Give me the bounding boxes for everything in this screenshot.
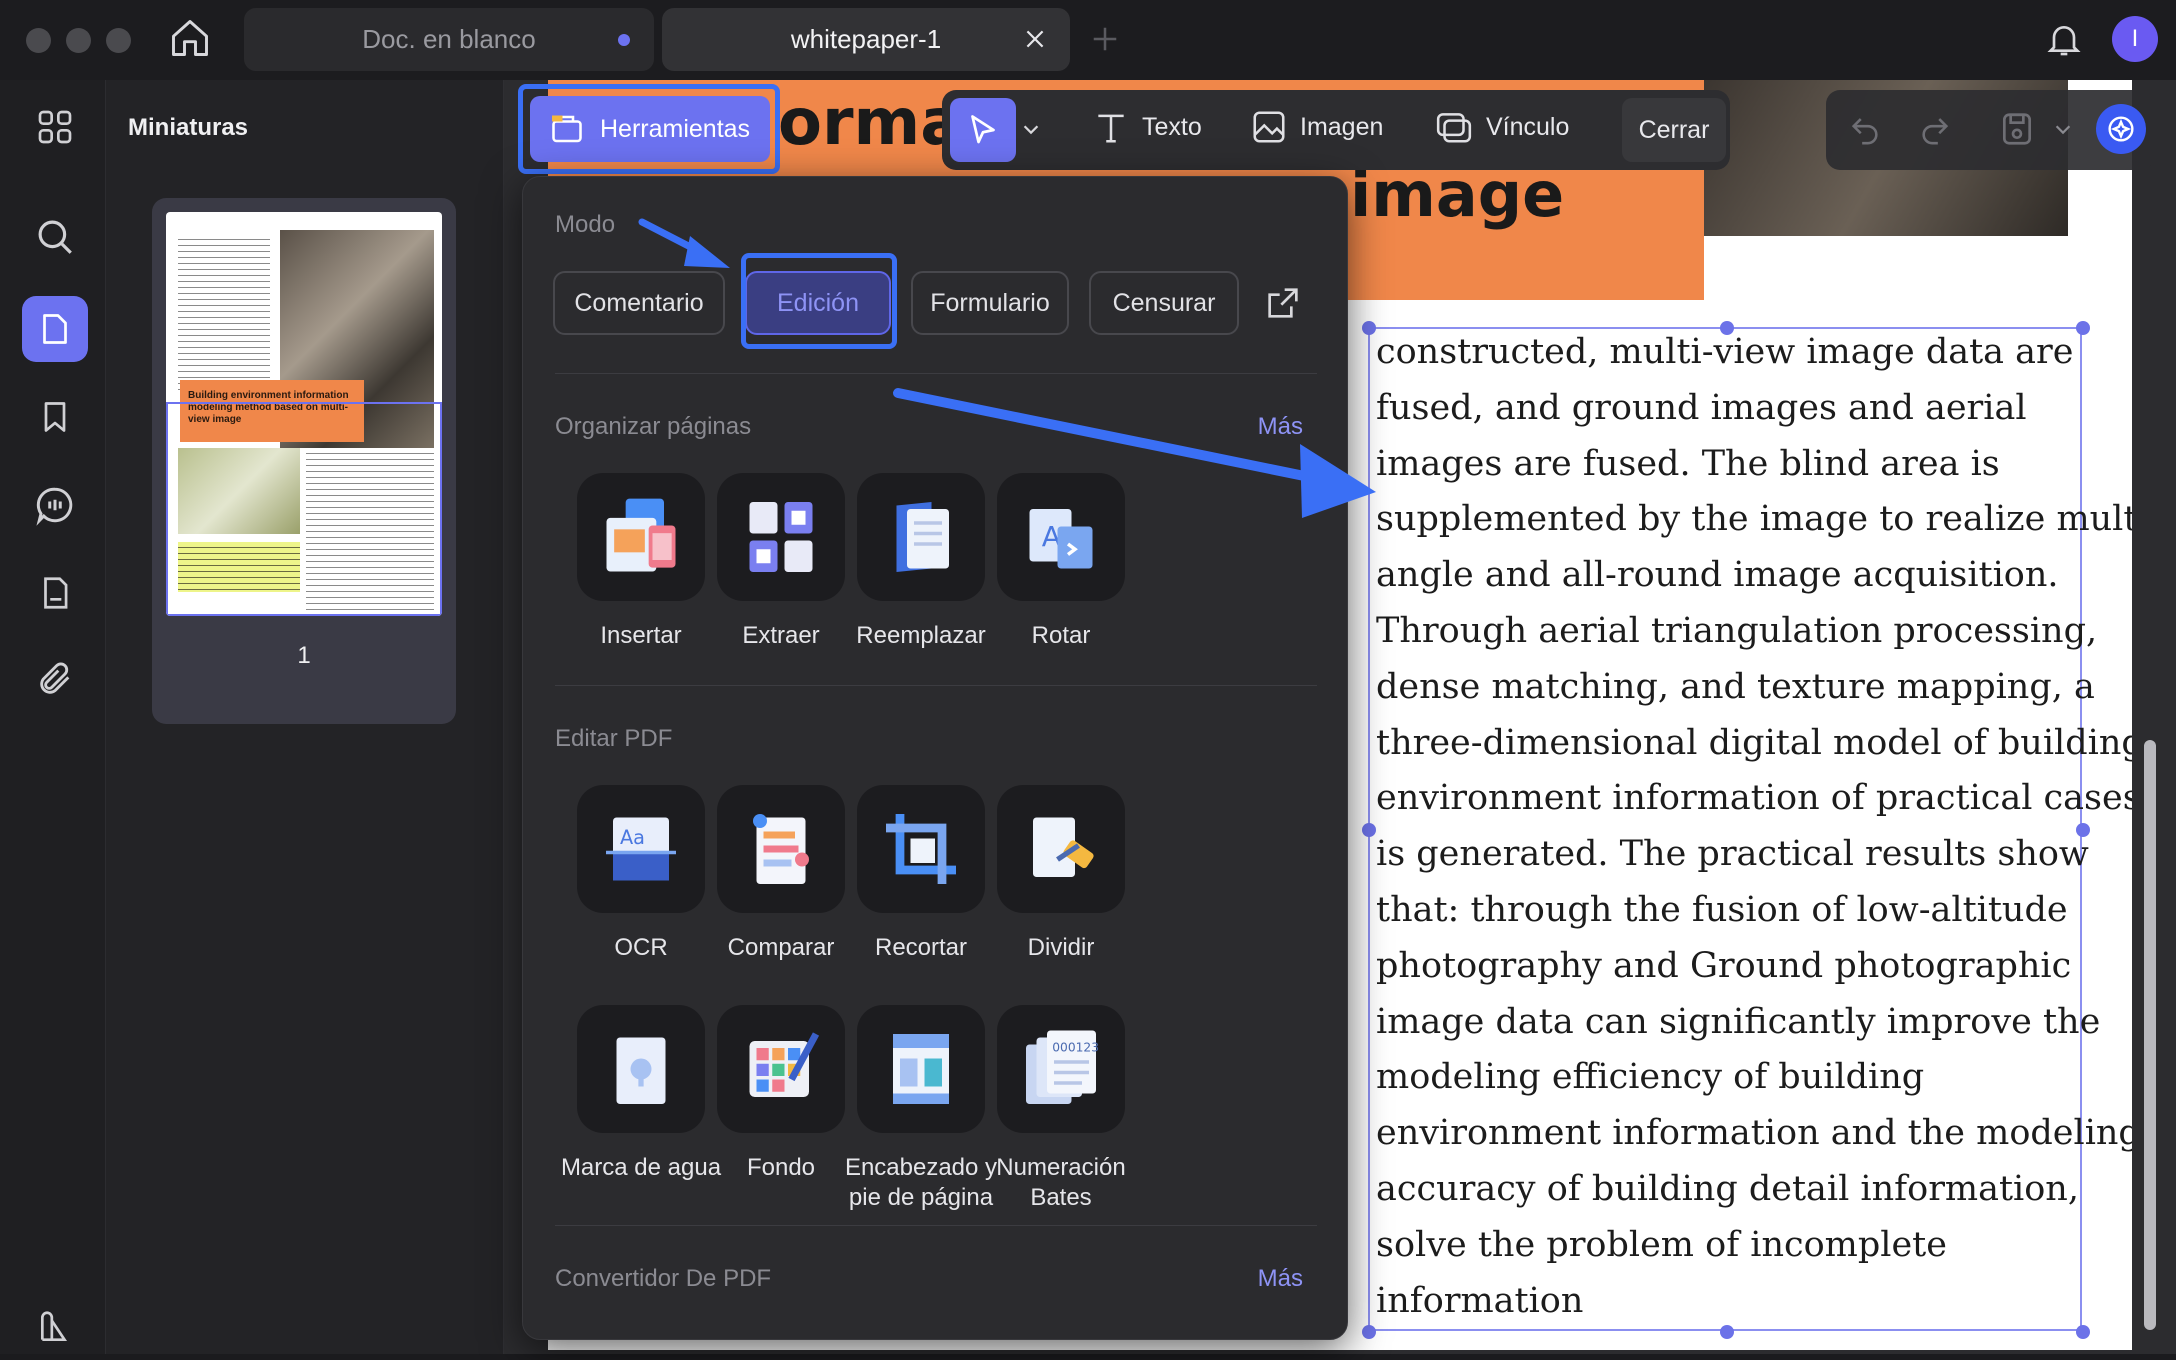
annotation-arrows xyxy=(638,218,1376,518)
